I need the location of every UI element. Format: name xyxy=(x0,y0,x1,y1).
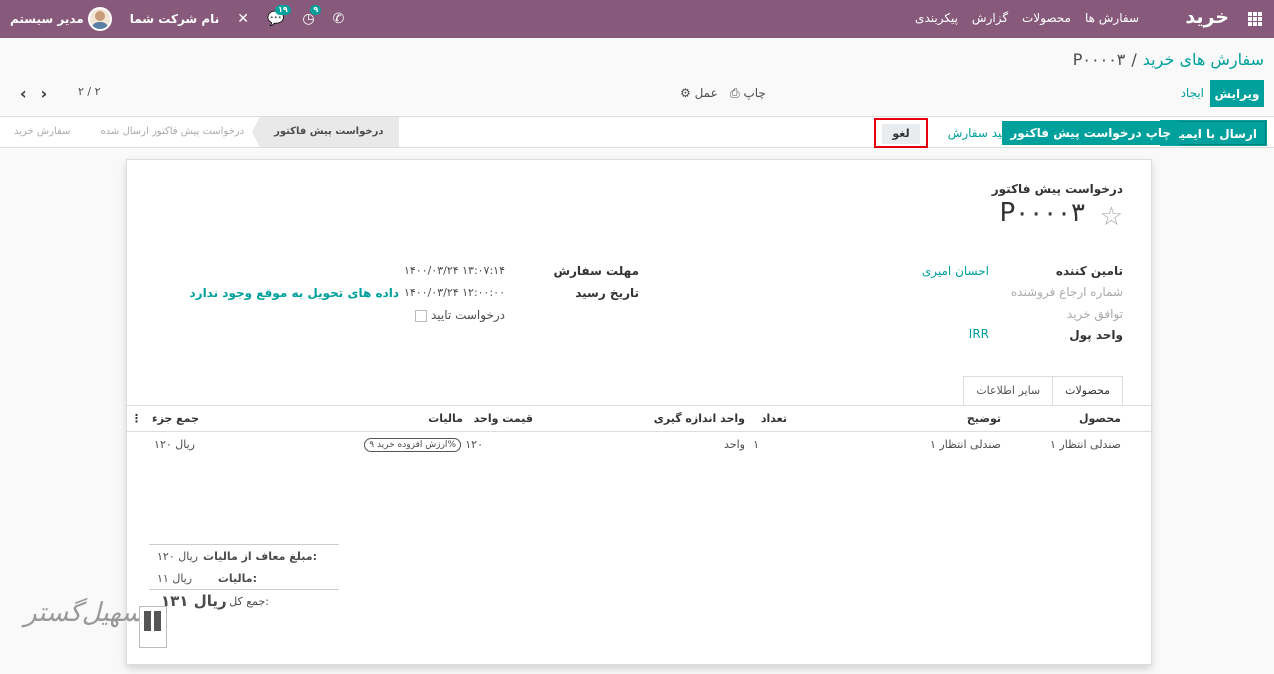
order-deadline-label: مهلت سفارش xyxy=(553,264,639,278)
confirm-order-button[interactable]: تایید سفارش xyxy=(940,121,1020,145)
vendor-value[interactable]: احسان امیری xyxy=(922,264,989,278)
row-description: صندلی انتظار ۱ xyxy=(930,438,1001,451)
on-time-delivery-note: داده های تحویل به موقع وجود ندارد xyxy=(189,286,400,300)
receipt-date-value[interactable]: ۱۴۰۰/۰۳/۲۴ ۱۲:۰۰:۰۰ xyxy=(404,286,505,299)
activities-badge: ۹ xyxy=(310,5,322,15)
menu-reporting[interactable]: گزارش xyxy=(972,11,1008,25)
page-title: P۰۰۰۰۳ xyxy=(999,198,1085,228)
table-row[interactable]: صندلی انتظار ۱ صندلی انتظار ۱ ۱ واحد ۱۲۰… xyxy=(127,432,1153,456)
print-menu[interactable]: ⎙ چاپ xyxy=(730,86,766,101)
tab-other-info[interactable]: سایر اطلاعات xyxy=(963,376,1054,406)
untaxed-label: مبلغ معاف از مالیات: xyxy=(203,550,317,563)
ask-confirmation-field: درخواست تایید xyxy=(409,308,505,322)
print-label: چاپ xyxy=(743,86,766,100)
tax-label: مالیات: xyxy=(217,572,257,585)
column-options-icon[interactable]: ⋮ xyxy=(131,412,142,425)
menu-products[interactable]: محصولات xyxy=(1022,11,1071,25)
create-button[interactable]: ایجاد xyxy=(1181,86,1204,100)
action-label: عمل xyxy=(694,86,718,100)
breadcrumb-parent[interactable]: سفارش های خرید xyxy=(1143,50,1264,69)
tab-products[interactable]: محصولات xyxy=(1052,376,1123,406)
cancel-label: لغو xyxy=(882,124,920,144)
stage-purchase-order[interactable]: سفارش خرید xyxy=(0,117,86,147)
top-navbar: خرید سفارش ها محصولات گزارش پیکربندی مدی… xyxy=(0,0,1274,38)
breadcrumb-separator: / xyxy=(1131,50,1137,69)
user-name: مدیر سیستم xyxy=(10,12,84,26)
avatar xyxy=(87,7,112,31)
currency-label: واحد پول xyxy=(1069,328,1123,342)
row-subtotal: ۱۲۰ ریال xyxy=(154,438,195,451)
tax-value: ۱۱ ریال xyxy=(157,572,193,585)
messages-icon[interactable]: 💬 ۱۹ xyxy=(267,5,291,27)
stage-rfq[interactable]: درخواست پیش فاکتور xyxy=(252,117,400,147)
debug-tools-icon[interactable]: ✕ xyxy=(237,11,249,27)
phone-icon[interactable]: ✆ xyxy=(333,11,345,27)
stage-rfq-sent[interactable]: درخواست پیش فاکتور ارسال شده xyxy=(86,117,260,147)
total-label: جمع کل: xyxy=(229,595,269,608)
print-icon: ⎙ xyxy=(730,86,740,100)
agreement-label: توافق خرید xyxy=(1066,307,1123,321)
ask-confirmation-label: درخواست تایید xyxy=(431,308,505,322)
form-sheet: درخواست پیش فاکتور P۰۰۰۰۳ ☆ تامین کننده … xyxy=(126,159,1153,665)
row-price: ۱۲۰ xyxy=(465,438,483,451)
vendor-ref-label: شماره ارجاع فروشنده xyxy=(1010,285,1123,299)
row-product: صندلی انتظار ۱ xyxy=(1050,438,1121,451)
col-qty[interactable]: تعداد xyxy=(761,412,787,425)
pager-value[interactable]: ۲ / ۲ xyxy=(78,85,101,98)
pager-previous-icon[interactable]: ‹ xyxy=(20,84,27,103)
col-taxes[interactable]: مالیات xyxy=(428,412,463,425)
watermark-logo xyxy=(139,606,167,648)
total-value: ۱۳۱ ریال xyxy=(161,592,227,610)
main-menu: سفارش ها محصولات گزارش پیکربندی xyxy=(915,11,1139,25)
menu-configuration[interactable]: پیکربندی xyxy=(915,11,958,25)
pager-next-icon[interactable]: › xyxy=(41,84,48,103)
col-subtotal[interactable]: جمع جزء xyxy=(152,412,199,425)
untaxed-value: ۱۲۰ ریال xyxy=(157,550,198,563)
stage-pipeline: درخواست پیش فاکتور درخواست پیش فاکتور ار… xyxy=(0,117,400,147)
print-rfq-button[interactable]: چاپ درخواست پیش فاکتور xyxy=(1002,121,1179,145)
status-bar: ارسال با ایمیل چاپ درخواست پیش فاکتور تا… xyxy=(0,116,1274,148)
app-name[interactable]: خرید xyxy=(1185,6,1229,28)
gear-icon: ⚙ xyxy=(680,86,691,100)
currency-value[interactable]: IRR xyxy=(969,327,989,341)
pager-arrows: ‹ › xyxy=(20,84,47,103)
activities-clock-icon[interactable]: ◷ ۹ xyxy=(302,5,322,27)
edit-button[interactable]: ویرایش xyxy=(1210,80,1264,107)
breadcrumb: سفارش های خرید / P۰۰۰۰۳ xyxy=(1073,50,1264,69)
star-icon[interactable]: ☆ xyxy=(1100,202,1123,232)
receipt-date-label: تاریخ رسید xyxy=(575,286,639,300)
col-product[interactable]: محصول xyxy=(1079,412,1121,425)
order-deadline-value[interactable]: ۱۴۰۰/۰۳/۲۴ ۱۳:۰۷:۱۴ xyxy=(404,264,505,277)
watermark-text: تسهیل‌گستر xyxy=(24,598,152,628)
doc-type-label: درخواست پیش فاکتور xyxy=(991,182,1123,196)
notebook-tabs: محصولات سایر اطلاعات xyxy=(963,376,1123,406)
order-lines-header: محصول توضیح تعداد واحد اندازه گیری قیمت … xyxy=(127,406,1153,432)
row-qty: ۱ xyxy=(753,438,759,451)
apps-grid-icon[interactable] xyxy=(1248,12,1262,26)
action-menu[interactable]: ⚙ عمل xyxy=(680,86,718,100)
ask-confirmation-checkbox[interactable] xyxy=(415,309,428,322)
company-switcher[interactable]: نام شرکت شما xyxy=(130,12,219,26)
col-uom[interactable]: واحد اندازه گیری xyxy=(654,412,745,425)
row-tax-badge: ارزش افزوده خرید ۹% xyxy=(364,438,461,452)
col-price[interactable]: قیمت واحد xyxy=(474,412,533,425)
totals-block: مبلغ معاف از مالیات: ۱۲۰ ریال مالیات: ۱۱… xyxy=(149,544,339,611)
vendor-label: تامین کننده xyxy=(1055,264,1123,278)
user-menu[interactable]: مدیر سیستم xyxy=(10,7,112,31)
breadcrumb-current: P۰۰۰۰۳ xyxy=(1072,50,1126,69)
row-uom: واحد xyxy=(724,438,745,451)
messages-badge: ۱۹ xyxy=(274,5,291,15)
menu-orders[interactable]: سفارش ها xyxy=(1085,11,1139,25)
col-description[interactable]: توضیح xyxy=(967,412,1001,425)
cancel-button[interactable]: لغو xyxy=(874,118,928,148)
systray: مدیر سیستم نام شرکت شما ✕ 💬 ۱۹ ◷ ۹ ✆ xyxy=(10,5,345,32)
